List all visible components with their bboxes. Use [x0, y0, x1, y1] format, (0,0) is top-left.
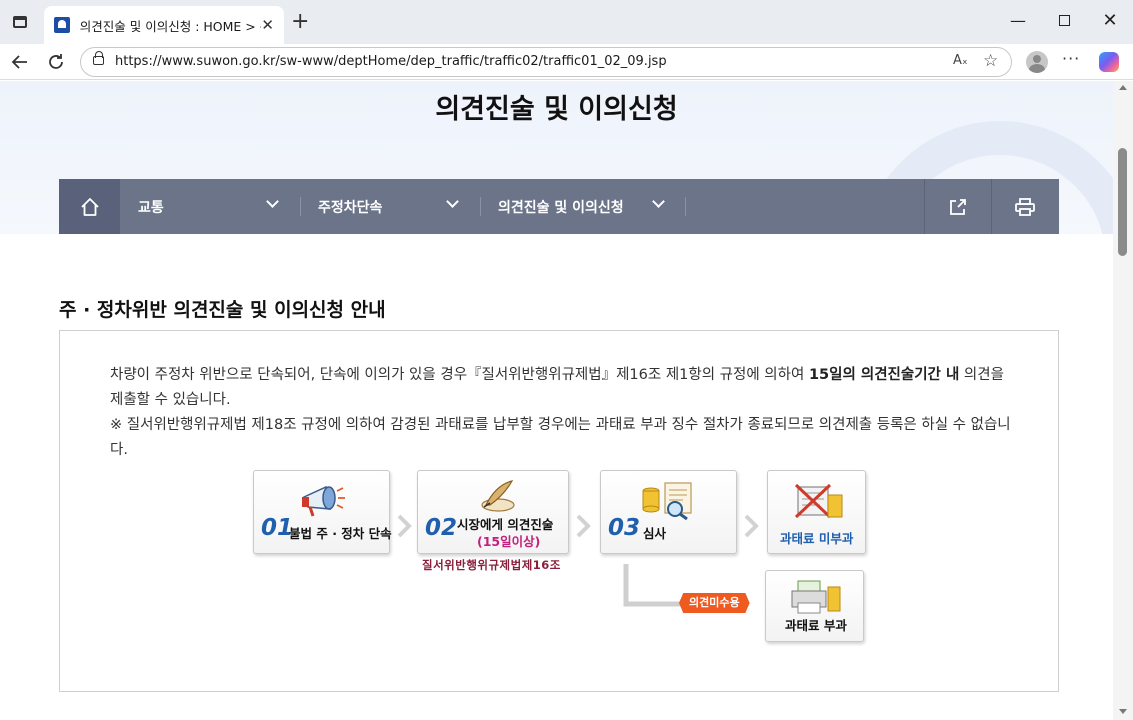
minimize-icon[interactable]: —	[1008, 10, 1028, 30]
flow-step-2: 02 시장에게 의견진술 (15일이상)	[417, 470, 569, 554]
chevron-down-icon	[446, 195, 459, 208]
url-field[interactable]: https://www.suwon.go.kr/sw-www/deptHome/…	[80, 47, 1012, 77]
nav-menu-label: 주정차단속	[318, 199, 383, 216]
tab-title: 의견진술 및 이의신청 : HOME > 분야별정보 > 교통	[79, 18, 262, 34]
page-viewport: 의견진술 및 이의신청 교통 주정차단속 의견진술 및 이의신청 주 · 정차위…	[0, 81, 1113, 720]
chevron-right-icon	[576, 514, 591, 538]
info-paragraph-2: ※ 질서위반행위규제법 제18조 규정에 의하여 감경된 과태료를 납부할 경우…	[110, 417, 1011, 458]
quill-icon	[481, 480, 515, 512]
chevron-down-icon	[266, 195, 279, 208]
scroll-down-icon[interactable]	[1119, 709, 1127, 714]
scroll-up-icon[interactable]	[1119, 85, 1127, 90]
rejection-tag: 의견미수용	[679, 593, 750, 613]
para-text: 차량이 주정차 위반으로 단속되어, 단속에 이의가 있을 경우『질서위반행위규…	[110, 367, 809, 383]
info-box: 차량이 주정차 위반으로 단속되어, 단속에 이의가 있을 경우『질서위반행위규…	[59, 330, 1059, 692]
step-duration: (15일이상)	[477, 534, 541, 549]
review-coins-icon	[642, 482, 692, 521]
reload-icon[interactable]	[44, 50, 68, 74]
info-paragraph-1: 차량이 주정차 위반으로 단속되어, 단속에 이의가 있을 경우『질서위반행위규…	[110, 363, 1015, 413]
chevron-down-icon	[652, 195, 665, 208]
star-icon[interactable]: ☆	[983, 51, 998, 71]
read-aloud-icon[interactable]: Aₓ	[953, 53, 968, 68]
nav-menu-objection[interactable]: 의견진술 및 이의신청	[480, 179, 685, 234]
law-caption: 질서위반행위규제법제16조	[422, 558, 561, 572]
chevron-right-icon	[744, 514, 759, 538]
nav-menu-parking-enforcement[interactable]: 주정차단속	[300, 179, 480, 234]
nav-menu-traffic[interactable]: 교통	[120, 179, 300, 234]
address-toolbar: https://www.suwon.go.kr/sw-www/deptHome/…	[0, 44, 1133, 80]
step-label: 불법 주 · 정차 단속	[289, 526, 392, 541]
browser-tab-strip: 의견진술 및 이의신청 : HOME > 분야별정보 > 교통 ✕ + — ✕	[0, 0, 1133, 44]
url-text: https://www.suwon.go.kr/sw-www/deptHome/…	[115, 54, 667, 69]
result-label: 과태료 미부과	[780, 531, 854, 546]
nav-menu-label: 의견진술 및 이의신청	[498, 199, 624, 216]
back-arrow-icon[interactable]	[8, 50, 32, 74]
site-favicon-icon	[54, 17, 70, 33]
step-label: 심사	[643, 526, 667, 541]
step-number: 03	[608, 515, 641, 541]
copilot-icon[interactable]	[1099, 52, 1119, 72]
para-bold-text: 15일의 의견진술기간 내	[808, 367, 960, 383]
window-close-icon[interactable]: ✕	[1100, 10, 1120, 31]
flow-step-1: 01 불법 주 · 정차 단속	[253, 470, 392, 554]
maximize-icon[interactable]	[1054, 10, 1074, 30]
scroll-thumb[interactable]	[1118, 148, 1127, 256]
plus-icon[interactable]: +	[291, 11, 309, 33]
page-title: 의견진술 및 이의신청	[435, 94, 678, 125]
home-icon[interactable]	[59, 179, 120, 234]
browser-tab[interactable]: 의견진술 및 이의신청 : HOME > 분야별정보 > 교통 ✕	[44, 6, 284, 44]
flow-step-3: 03 심사	[600, 470, 737, 554]
profile-icon[interactable]	[1026, 51, 1048, 73]
nav-divider	[685, 197, 686, 216]
print-icon[interactable]	[991, 179, 1058, 234]
share-icon[interactable]	[924, 179, 991, 234]
step-number: 02	[425, 515, 458, 541]
section-title: 주 · 정차위반 의견진술 및 이의신청 안내	[59, 299, 386, 321]
tab-actions-icon[interactable]	[8, 10, 32, 34]
nav-menu-label: 교통	[138, 199, 164, 216]
location-navbar: 교통 주정차단속 의견진술 및 이의신청	[59, 179, 1059, 234]
chevron-right-icon	[397, 514, 412, 538]
printer-money-icon	[791, 580, 841, 614]
close-icon[interactable]: ✕	[261, 16, 274, 34]
cancelled-fine-icon	[794, 483, 843, 519]
result-not-imposed: 과태료 미부과	[767, 470, 866, 554]
more-icon[interactable]: ···	[1062, 49, 1080, 68]
megaphone-icon	[302, 485, 345, 517]
result-label: 과태료 부과	[785, 618, 847, 633]
lock-icon[interactable]	[93, 51, 104, 65]
page-scrollbar[interactable]	[1113, 81, 1133, 720]
result-imposed: 과태료 부과	[765, 570, 864, 642]
